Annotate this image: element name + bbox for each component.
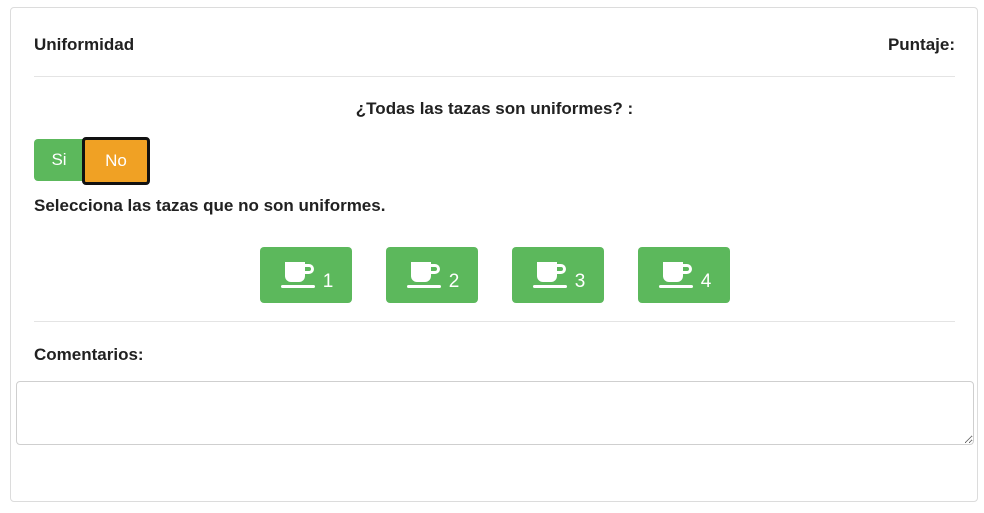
- coffee-cup-icon: [406, 262, 441, 288]
- cup-button-4[interactable]: 4: [638, 247, 730, 303]
- cups-instruction: Selecciona las tazas que no son uniforme…: [34, 196, 386, 215]
- cup-number: 2: [448, 271, 460, 292]
- comments-label: Comentarios:: [34, 345, 144, 364]
- yes-button[interactable]: Si: [34, 139, 84, 181]
- coffee-cup-icon: [658, 262, 693, 288]
- cup-button-2[interactable]: 2: [386, 247, 478, 303]
- score-label: Puntaje:: [887, 35, 955, 54]
- cup-button-1[interactable]: 1: [260, 247, 352, 303]
- yes-no-toggle: Si No: [34, 137, 150, 185]
- divider: [34, 321, 955, 322]
- cup-button-3[interactable]: 3: [512, 247, 604, 303]
- coffee-cup-icon: [532, 262, 567, 288]
- uniform-question: ¿Todas las tazas son uniformes? :: [355, 99, 634, 118]
- coffee-cup-icon: [280, 262, 315, 288]
- cup-number: 1: [322, 271, 334, 292]
- comments-textarea[interactable]: [16, 381, 974, 445]
- cup-number: 4: [700, 271, 712, 292]
- divider: [34, 76, 955, 77]
- no-button[interactable]: No: [82, 137, 150, 185]
- cup-buttons: 1 2 3 4: [260, 247, 730, 303]
- card-header: Uniformidad Puntaje:: [34, 35, 955, 55]
- uniformity-card: Uniformidad Puntaje: ¿Todas las tazas so…: [10, 7, 978, 502]
- cup-number: 3: [574, 271, 586, 292]
- section-title: Uniformidad: [34, 35, 135, 54]
